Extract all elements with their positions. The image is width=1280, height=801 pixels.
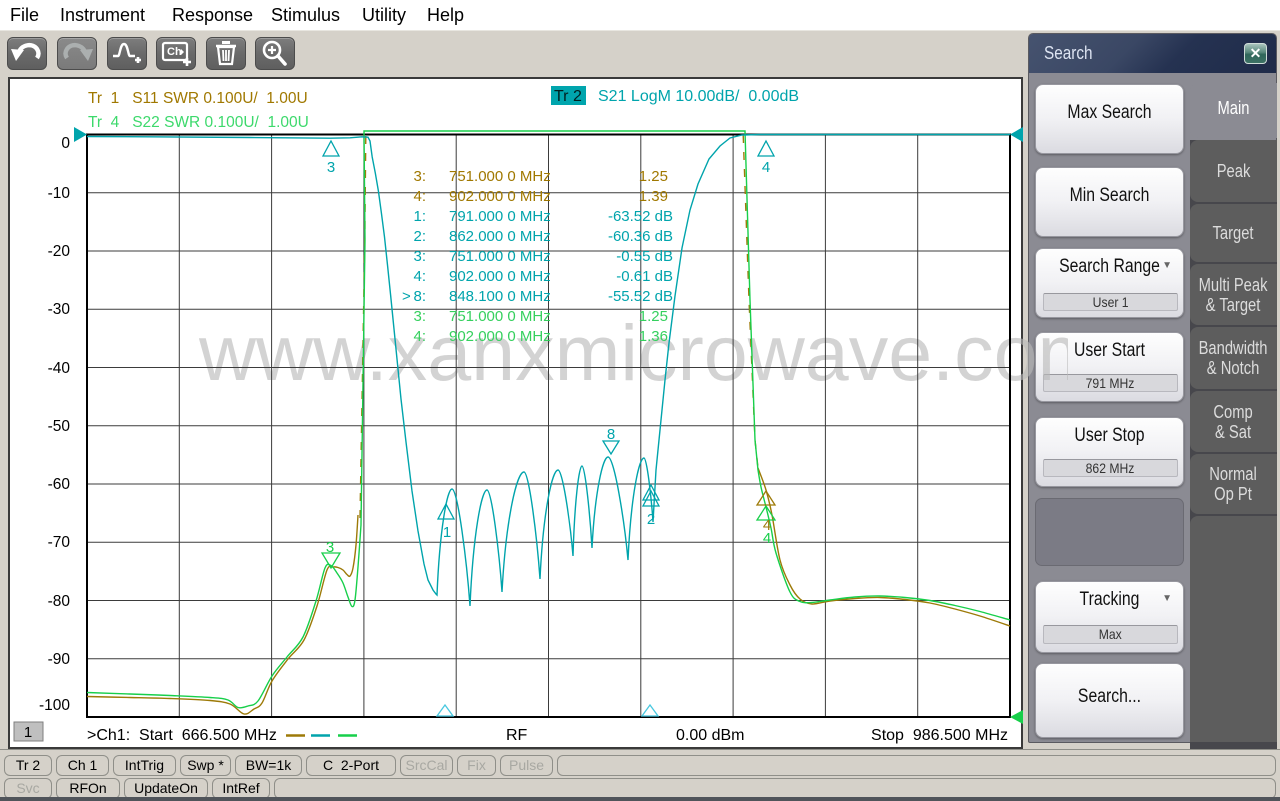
svg-text:2: 2: [647, 511, 655, 528]
svg-text:-55.52 dB: -55.52 dB: [608, 288, 673, 305]
svg-text:8: 8: [607, 426, 615, 443]
svg-text:751.000 0 MHz: 751.000 0 MHz: [449, 248, 551, 265]
svg-text:1:: 1:: [413, 208, 426, 225]
svg-text:3: 3: [327, 159, 335, 176]
svg-text:-20: -20: [48, 243, 71, 260]
svg-text:902.000 0 MHz: 902.000 0 MHz: [449, 268, 551, 285]
svg-text:1.36: 1.36: [639, 328, 668, 345]
svg-text:Tr 2: Tr 2: [554, 88, 582, 105]
svg-text:1: 1: [24, 724, 32, 741]
svg-text:Stop 986.500 MHz: Stop 986.500 MHz: [871, 727, 1008, 744]
svg-text:8:: 8:: [413, 288, 426, 305]
svg-text:3: 3: [326, 539, 334, 556]
svg-text:1.25: 1.25: [639, 308, 668, 325]
svg-text:4:: 4:: [413, 328, 426, 345]
svg-text:862.000 0 MHz: 862.000 0 MHz: [449, 228, 551, 245]
svg-text:902.000 0 MHz: 902.000 0 MHz: [449, 188, 551, 205]
svg-text:1.39: 1.39: [639, 188, 668, 205]
svg-text:Tr 4 S22 SWR 0.100U/ 1.00U: Tr 4 S22 SWR 0.100U/ 1.00U: [88, 114, 309, 131]
svg-text:-60: -60: [48, 476, 71, 493]
svg-text:-30: -30: [48, 301, 71, 318]
svg-text:-80: -80: [48, 593, 71, 610]
svg-text:791.000 0 MHz: 791.000 0 MHz: [449, 208, 551, 225]
svg-text:751.000 0 MHz: 751.000 0 MHz: [449, 168, 551, 185]
svg-text:RF: RF: [506, 727, 528, 744]
svg-text:-70: -70: [48, 534, 71, 551]
svg-text:-10: -10: [48, 185, 71, 202]
svg-text:2:: 2:: [413, 228, 426, 245]
svg-text:1.25: 1.25: [639, 168, 668, 185]
svg-text:4: 4: [762, 159, 770, 176]
svg-text:-100: -100: [39, 697, 70, 714]
svg-text:0: 0: [61, 135, 70, 152]
svg-text:Tr 1 S11 SWR 0.100U/ 1.00U: Tr 1 S11 SWR 0.100U/ 1.00U: [88, 90, 308, 107]
svg-text:902.000 0 MHz: 902.000 0 MHz: [449, 328, 551, 345]
svg-text:>: >: [402, 288, 411, 305]
svg-text:751.000 0 MHz: 751.000 0 MHz: [449, 308, 551, 325]
svg-text:4:: 4:: [413, 188, 426, 205]
svg-text:3:: 3:: [413, 168, 426, 185]
svg-text:-63.52 dB: -63.52 dB: [608, 208, 673, 225]
svg-text:848.100 0 MHz: 848.100 0 MHz: [449, 288, 551, 305]
svg-text:4: 4: [763, 530, 771, 547]
svg-text:3:: 3:: [413, 248, 426, 265]
svg-text:S21 LogM 10.00dB/ 0.00dB: S21 LogM 10.00dB/ 0.00dB: [598, 88, 799, 105]
svg-text:-90: -90: [48, 651, 71, 668]
svg-text:1: 1: [443, 524, 451, 541]
svg-text:0.00 dBm: 0.00 dBm: [676, 727, 744, 744]
svg-text:>Ch1: Start 666.500 MHz: >Ch1: Start 666.500 MHz: [87, 727, 277, 744]
svg-text:4:: 4:: [413, 268, 426, 285]
svg-text:-0.61 dB: -0.61 dB: [616, 268, 673, 285]
svg-text:-40: -40: [48, 360, 71, 377]
svg-text:-60.36 dB: -60.36 dB: [608, 228, 673, 245]
svg-text:-50: -50: [48, 418, 71, 435]
svg-text:3:: 3:: [413, 308, 426, 325]
svg-text:-0.55 dB: -0.55 dB: [616, 248, 673, 265]
